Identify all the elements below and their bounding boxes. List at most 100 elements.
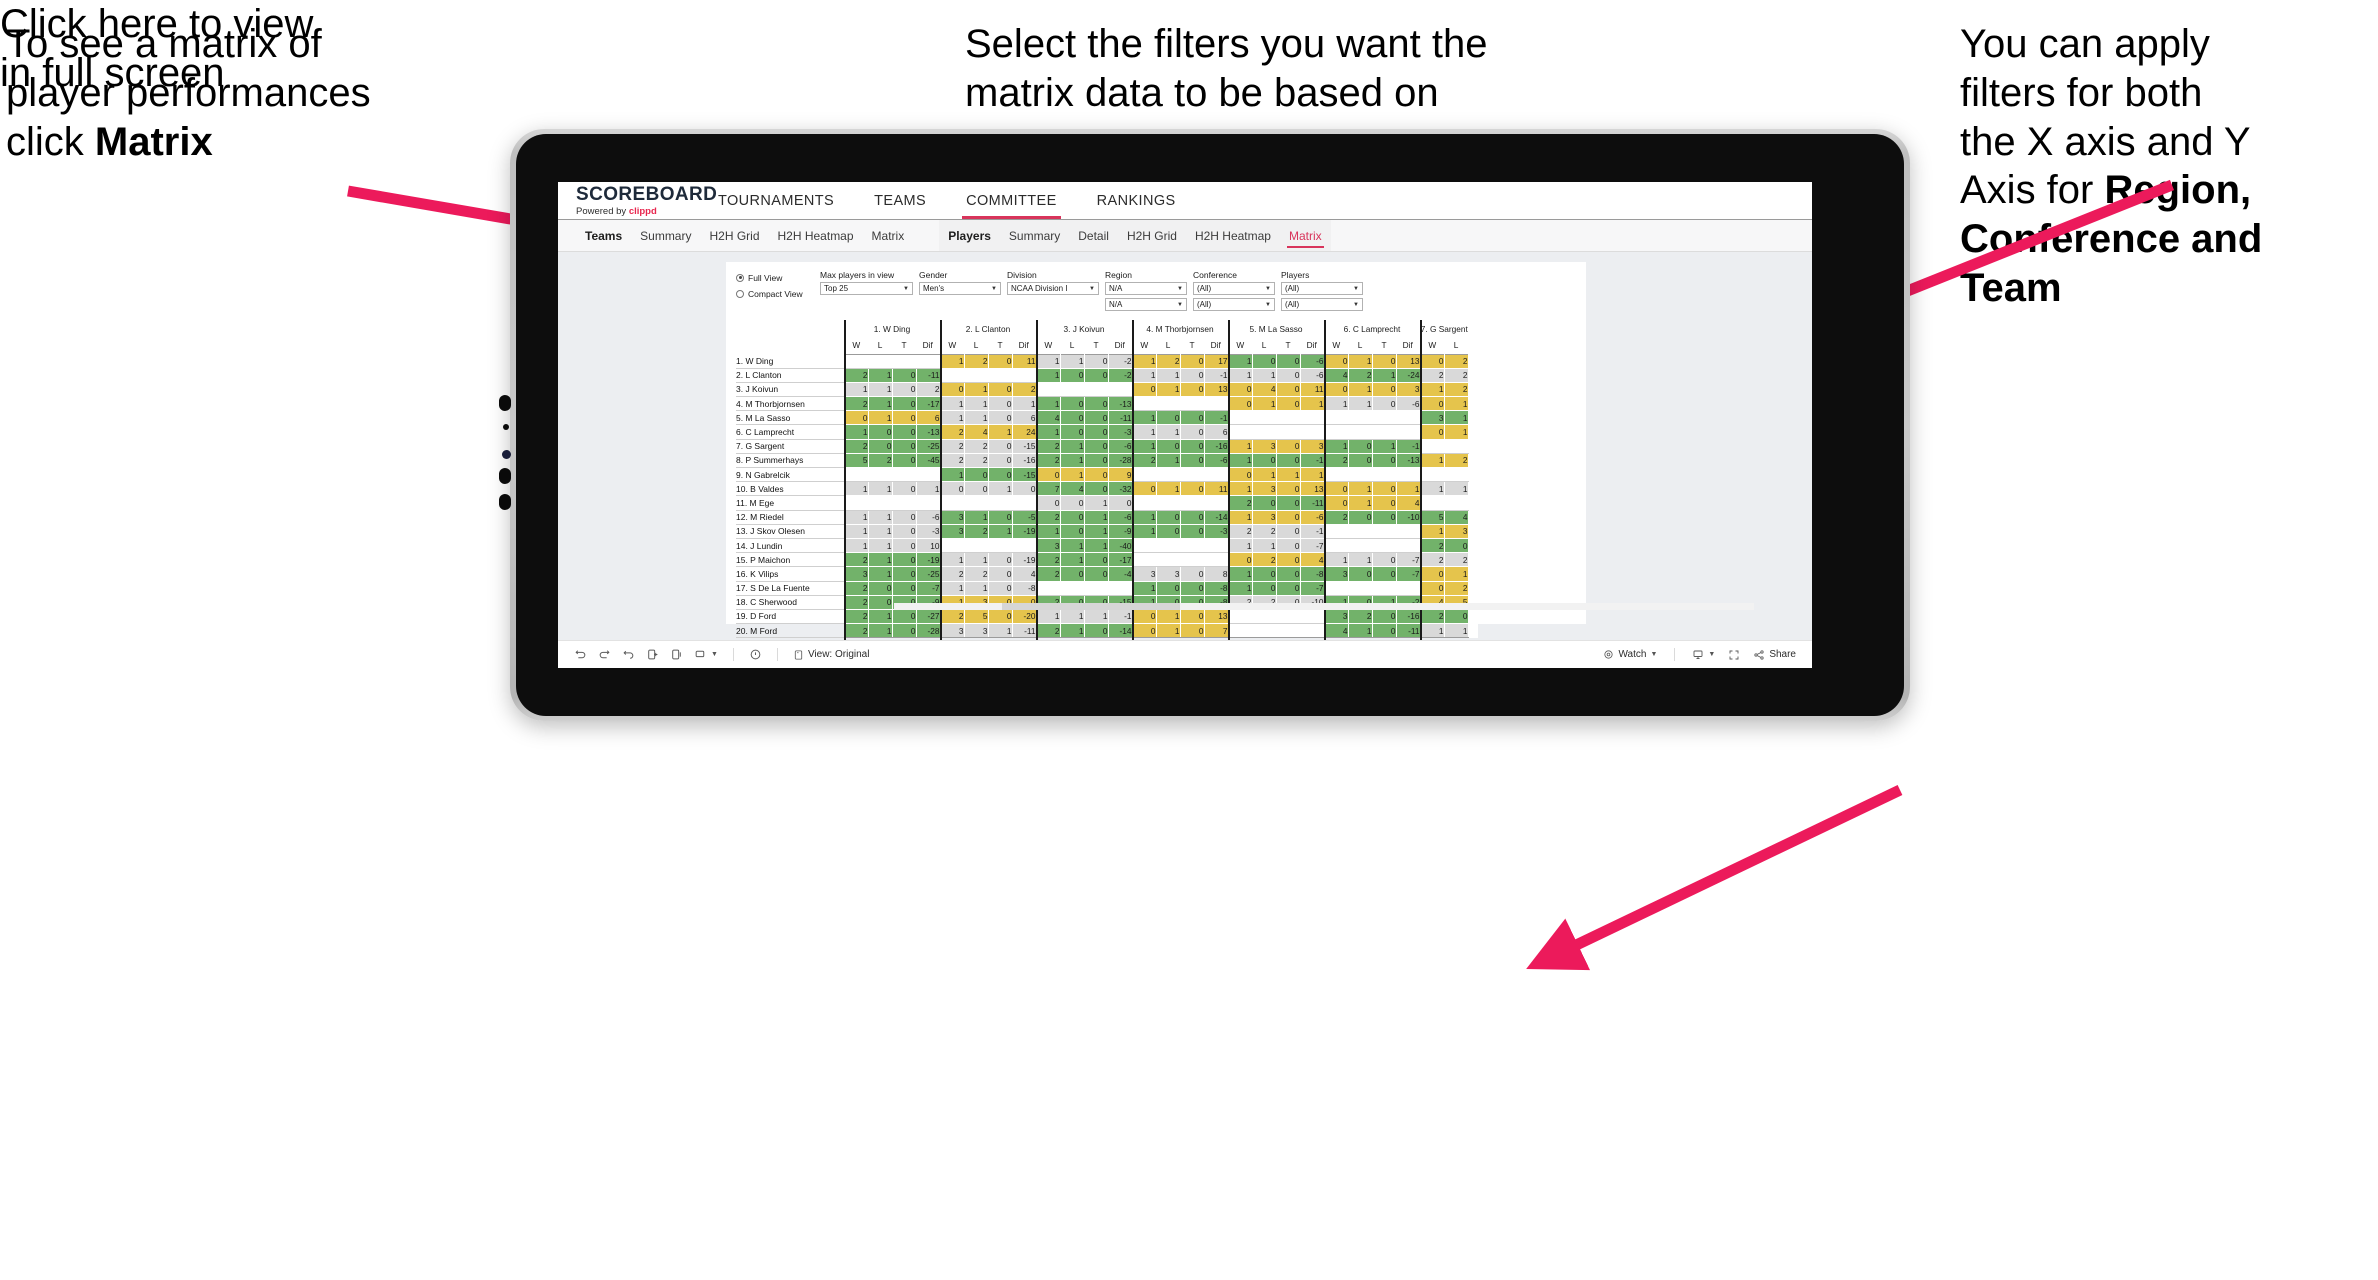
matrix-cell[interactable]: 1 — [1444, 623, 1469, 639]
matrix-cell[interactable]: 0 — [1419, 566, 1445, 582]
matrix-cell[interactable]: -16 — [1204, 439, 1229, 454]
tablet-button-volume-down[interactable] — [499, 468, 511, 484]
matrix-cell[interactable]: 2 — [843, 368, 869, 383]
matrix-cell[interactable]: 1 — [1227, 439, 1253, 454]
matrix-cell[interactable]: 1 — [939, 581, 965, 596]
matrix-row[interactable]: 3. J Koivun 1 1 0 2 0 1 0 2 0 1 0 13 0 4 0 11 0 1 0 3 1 2 — [736, 382, 1478, 398]
matrix-cell[interactable]: 1 — [1084, 524, 1109, 539]
matrix-cell[interactable]: -19 — [916, 552, 941, 568]
matrix-cell[interactable] — [964, 495, 988, 511]
matrix-row[interactable]: 12. M Riedel 1 1 0 -6 3 1 0 -5 2 0 1 -6 1 0 0 -14 1 3 0 -6 2 0… — [736, 510, 1478, 525]
matrix-cell[interactable]: -25 — [916, 566, 941, 582]
matrix-cell[interactable]: 1 — [1060, 623, 1085, 639]
matrix-cell[interactable]: 0 — [868, 581, 893, 596]
matrix-cell[interactable]: 2 — [939, 424, 965, 440]
matrix-cell[interactable]: -1 — [1300, 524, 1325, 539]
matrix-cell[interactable]: 0 — [892, 510, 917, 525]
matrix-cell[interactable]: 2 — [939, 609, 965, 625]
matrix-cell[interactable] — [916, 495, 940, 511]
matrix-cell[interactable]: 1 — [1227, 566, 1253, 582]
matrix-cell[interactable]: 1 — [843, 481, 869, 497]
matrix-cell[interactable]: 0 — [1252, 566, 1277, 582]
matrix-cell[interactable] — [988, 538, 1012, 554]
matrix-cell[interactable]: 0 — [1180, 524, 1205, 539]
matrix-cell[interactable]: 0 — [1323, 353, 1349, 369]
nav-rankings[interactable]: RANKINGS — [1077, 182, 1196, 219]
matrix-cell[interactable]: 1 — [1252, 538, 1277, 554]
matrix-cell[interactable] — [1300, 424, 1324, 440]
matrix-cell[interactable]: 1 — [1348, 495, 1373, 511]
matrix-cell[interactable]: 0 — [1372, 495, 1397, 511]
matrix-cell[interactable]: 0 — [1276, 382, 1301, 398]
matrix-cell[interactable]: 2 — [1035, 566, 1061, 582]
matrix-cell[interactable]: 0 — [892, 538, 917, 554]
matrix-cell[interactable] — [1084, 382, 1108, 398]
matrix-cell[interactable]: 2 — [1444, 368, 1469, 383]
matrix-cell[interactable]: 2 — [1444, 552, 1469, 568]
matrix-cell[interactable] — [868, 353, 892, 369]
matrix-cell[interactable]: 1 — [1035, 353, 1061, 369]
matrix-cell[interactable]: 2 — [964, 566, 989, 582]
matrix-cell[interactable]: 0 — [1180, 623, 1205, 639]
matrix-cell[interactable]: -9 — [1108, 524, 1133, 539]
matrix-cell[interactable]: 5 — [964, 609, 989, 625]
matrix-cell[interactable] — [1156, 552, 1180, 568]
matrix-cell[interactable]: 4 — [1012, 566, 1037, 582]
matrix-cell[interactable]: 4 — [1323, 368, 1349, 383]
matrix-cell[interactable]: 4 — [1300, 552, 1325, 568]
filter-players-select-y[interactable]: (All) ▼ — [1281, 298, 1363, 311]
matrix-cell[interactable]: 0 — [1276, 581, 1301, 596]
matrix-cell[interactable]: 1 — [1012, 396, 1037, 412]
matrix-row[interactable]: 20. M Ford 2 1 0 -28 3 3 1 -11 2 1 0 -14 0 1 0 7 4 1 0 -11 1 1 — [736, 623, 1478, 639]
radio-compact-view[interactable]: Compact View — [736, 287, 820, 300]
matrix-cell[interactable]: 3 — [1323, 566, 1349, 582]
matrix-cell[interactable]: -6 — [1300, 368, 1325, 383]
matrix-cell[interactable] — [1396, 581, 1420, 596]
matrix-cell[interactable]: 0 — [1276, 552, 1301, 568]
matrix-cell[interactable]: 1 — [964, 396, 989, 412]
matrix-row[interactable]: 13. J Skov Olesen 1 1 0 -3 3 2 1 -19 1 0 1 -9 1 0 0 -3 2 2… — [736, 524, 1478, 539]
matrix-cell[interactable] — [1227, 410, 1252, 426]
matrix-cell[interactable]: 0 — [1156, 510, 1181, 525]
matrix-cell[interactable]: -20 — [1012, 609, 1037, 625]
matrix-cell[interactable]: 2 — [1348, 368, 1373, 383]
matrix-cell[interactable]: 0 — [1180, 410, 1205, 426]
matrix-cell[interactable]: 3 — [1131, 566, 1157, 582]
matrix-cell[interactable]: 3 — [1396, 382, 1421, 398]
matrix-cell[interactable]: 1 — [868, 368, 893, 383]
matrix-cell[interactable] — [868, 467, 892, 483]
matrix-cell[interactable]: 0 — [1419, 424, 1445, 440]
matrix-cell[interactable]: -6 — [1396, 396, 1421, 412]
matrix-cell[interactable]: 0 — [1180, 382, 1205, 398]
matrix-cell[interactable] — [892, 353, 916, 369]
brand-logo[interactable]: SCOREBOARD Powered by clippd — [558, 185, 717, 217]
matrix-cell[interactable]: 0 — [988, 382, 1013, 398]
matrix-cell[interactable]: -25 — [916, 439, 941, 454]
matrix-cell[interactable]: 3 — [1252, 510, 1277, 525]
matrix-cell[interactable]: 2 — [939, 439, 965, 454]
matrix-cell[interactable]: 3 — [1323, 609, 1349, 625]
matrix-cell[interactable]: 0 — [1060, 510, 1085, 525]
matrix-cell[interactable] — [1204, 467, 1228, 483]
matrix-cell[interactable] — [1227, 609, 1252, 625]
horizontal-scrollbar-thumb[interactable] — [1002, 603, 1180, 610]
matrix-cell[interactable]: 13 — [1204, 382, 1229, 398]
matrix-cell[interactable]: 1 — [1419, 481, 1445, 497]
matrix-cell[interactable] — [1180, 538, 1204, 554]
matrix-cell[interactable]: -1 — [1300, 453, 1325, 469]
matrix-cell[interactable]: 1 — [1156, 368, 1181, 383]
fullscreen-icon[interactable] — [1728, 649, 1740, 661]
matrix-cell[interactable] — [1419, 439, 1444, 454]
alerts-icon[interactable] — [749, 648, 762, 661]
matrix-cell[interactable]: 0 — [1084, 368, 1109, 383]
matrix-cell[interactable]: 2 — [843, 439, 869, 454]
matrix-cell[interactable]: 2 — [964, 453, 989, 469]
matrix-cell[interactable]: 0 — [1131, 609, 1157, 625]
matrix-cell[interactable] — [939, 368, 964, 383]
matrix-cell[interactable] — [1323, 410, 1348, 426]
matrix-cell[interactable]: 0 — [988, 552, 1013, 568]
matrix-cell[interactable]: 5 — [843, 453, 869, 469]
matrix-cell[interactable] — [1012, 538, 1036, 554]
matrix-cell[interactable]: 0 — [1348, 566, 1373, 582]
matrix-cell[interactable]: -1 — [1396, 439, 1421, 454]
